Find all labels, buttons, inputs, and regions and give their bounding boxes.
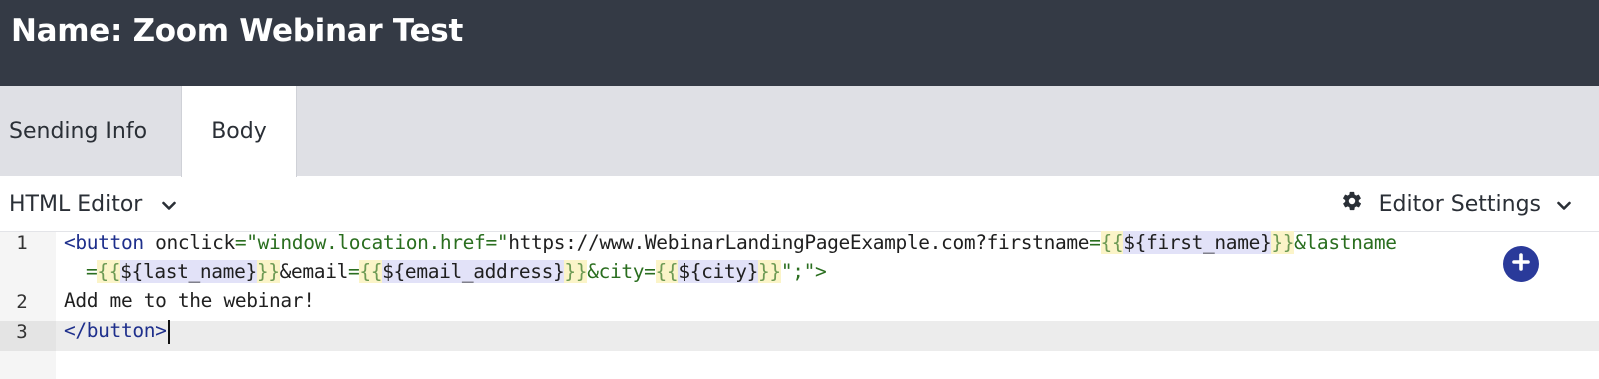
editor-mode-label: HTML Editor [9, 191, 143, 217]
gear-icon [1341, 190, 1363, 218]
code-line-3: </button> [64, 319, 170, 344]
chevron-down-icon [162, 192, 177, 217]
line-number: 1 [16, 232, 28, 254]
code-editor[interactable]: 1 2 3 <button onclick="window.location.h… [0, 231, 1599, 379]
editor-settings-label: Editor Settings [1378, 191, 1541, 217]
tab-label: Sending Info [9, 118, 148, 144]
active-line-highlight [56, 321, 1599, 351]
line-number: 3 [16, 321, 28, 343]
editor-settings-button[interactable]: Editor Settings [1341, 176, 1571, 232]
tab-bar: Sending Info Body [0, 86, 1599, 177]
page-header: Name: Zoom Webinar Test [0, 0, 1599, 86]
code-line-1: <button onclick="window.location.href="h… [64, 231, 1397, 254]
line-number: 2 [16, 291, 28, 313]
code-line-1-wrap: ={{${last_name}}}&email={{${email_addres… [86, 260, 827, 283]
add-merge-field-button[interactable] [1503, 246, 1539, 282]
tab-label: Body [211, 119, 267, 144]
tab-body[interactable]: Body [181, 86, 297, 177]
tab-sending-info[interactable]: Sending Info [0, 86, 180, 176]
page-title: Name: Zoom Webinar Test [11, 13, 463, 49]
plus-icon [1512, 253, 1530, 275]
editor-toolbar: HTML Editor Editor Settings [0, 176, 1599, 232]
text-cursor [167, 319, 170, 344]
chevron-down-icon [1557, 192, 1571, 217]
code-line-2: Add me to the webinar! [64, 289, 315, 312]
editor-mode-dropdown[interactable]: HTML Editor [9, 176, 177, 232]
